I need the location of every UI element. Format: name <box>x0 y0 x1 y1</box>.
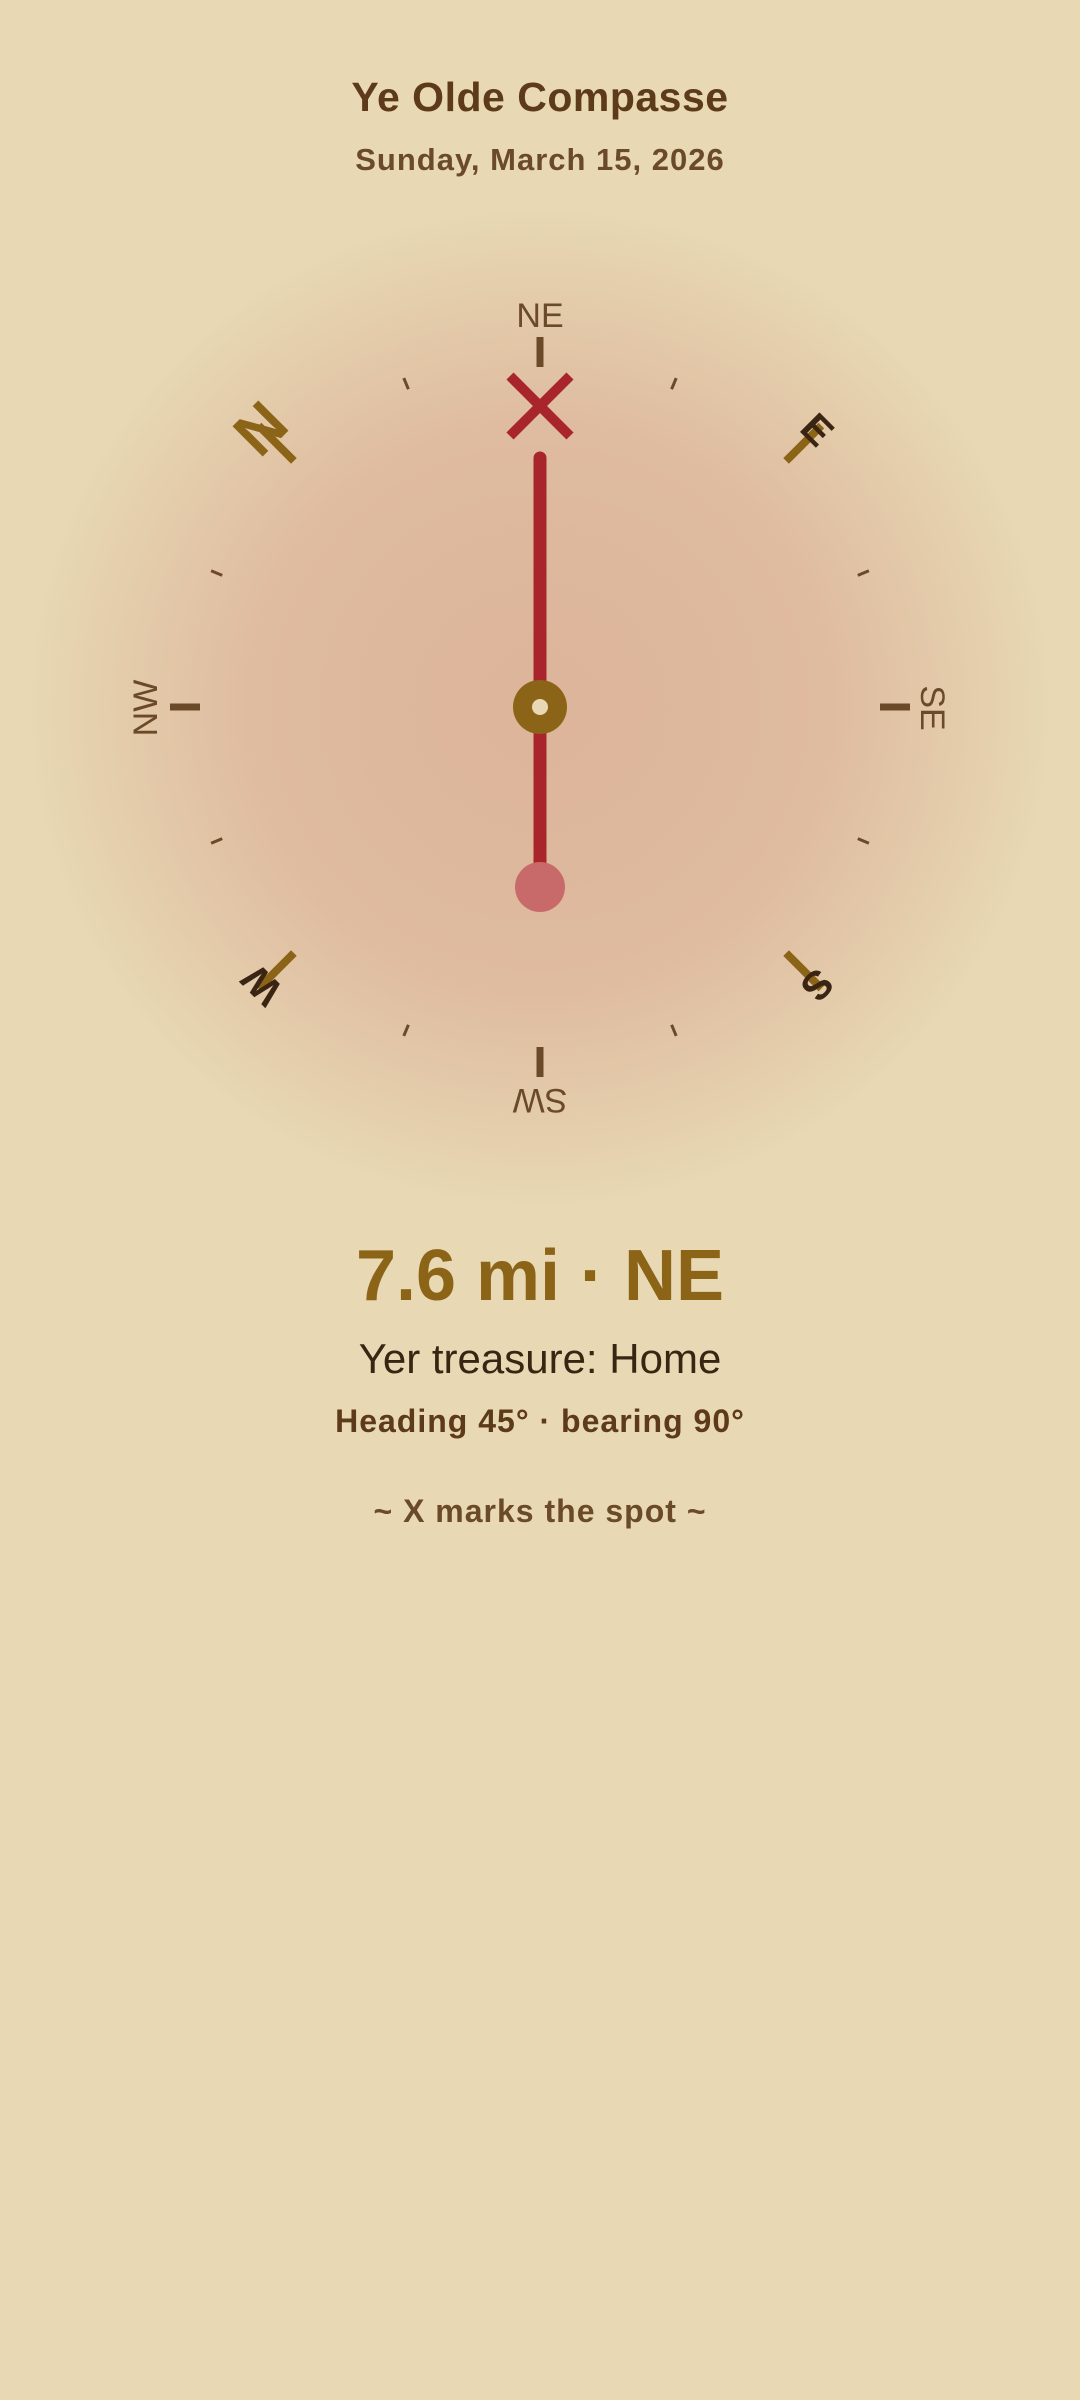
heading-bearing-label: Heading 45° · bearing 90° <box>335 1403 745 1439</box>
minor-tick <box>210 837 223 845</box>
minor-tick <box>210 569 223 577</box>
target-x-icon <box>506 372 574 440</box>
needle-tail <box>515 862 565 912</box>
intercardinal-label-ne: NE <box>516 297 563 335</box>
treasure-label: Yer treasure: Home <box>358 1335 722 1382</box>
compass-screen: Ye Olde Compasse Sunday, March 15, 2026 … <box>0 0 1080 2400</box>
intercardinal-label-nw: NW <box>127 680 165 737</box>
minor-tick <box>402 1024 410 1037</box>
distance-direction-readout: 7.6 mi · NE <box>355 1236 725 1316</box>
minor-tick <box>402 377 410 390</box>
minor-tick <box>857 569 870 577</box>
minor-tick <box>670 377 678 390</box>
intercardinal-label-se: SE <box>913 685 951 730</box>
minor-tick <box>670 1024 678 1037</box>
motto-label: ~ X marks the spot ~ <box>373 1493 707 1529</box>
needle-hub-center <box>532 699 548 715</box>
compass-dial: N E S W NE SE SW NW <box>127 297 951 1119</box>
minor-tick <box>857 837 870 845</box>
intercardinal-label-sw: SW <box>513 1081 568 1119</box>
